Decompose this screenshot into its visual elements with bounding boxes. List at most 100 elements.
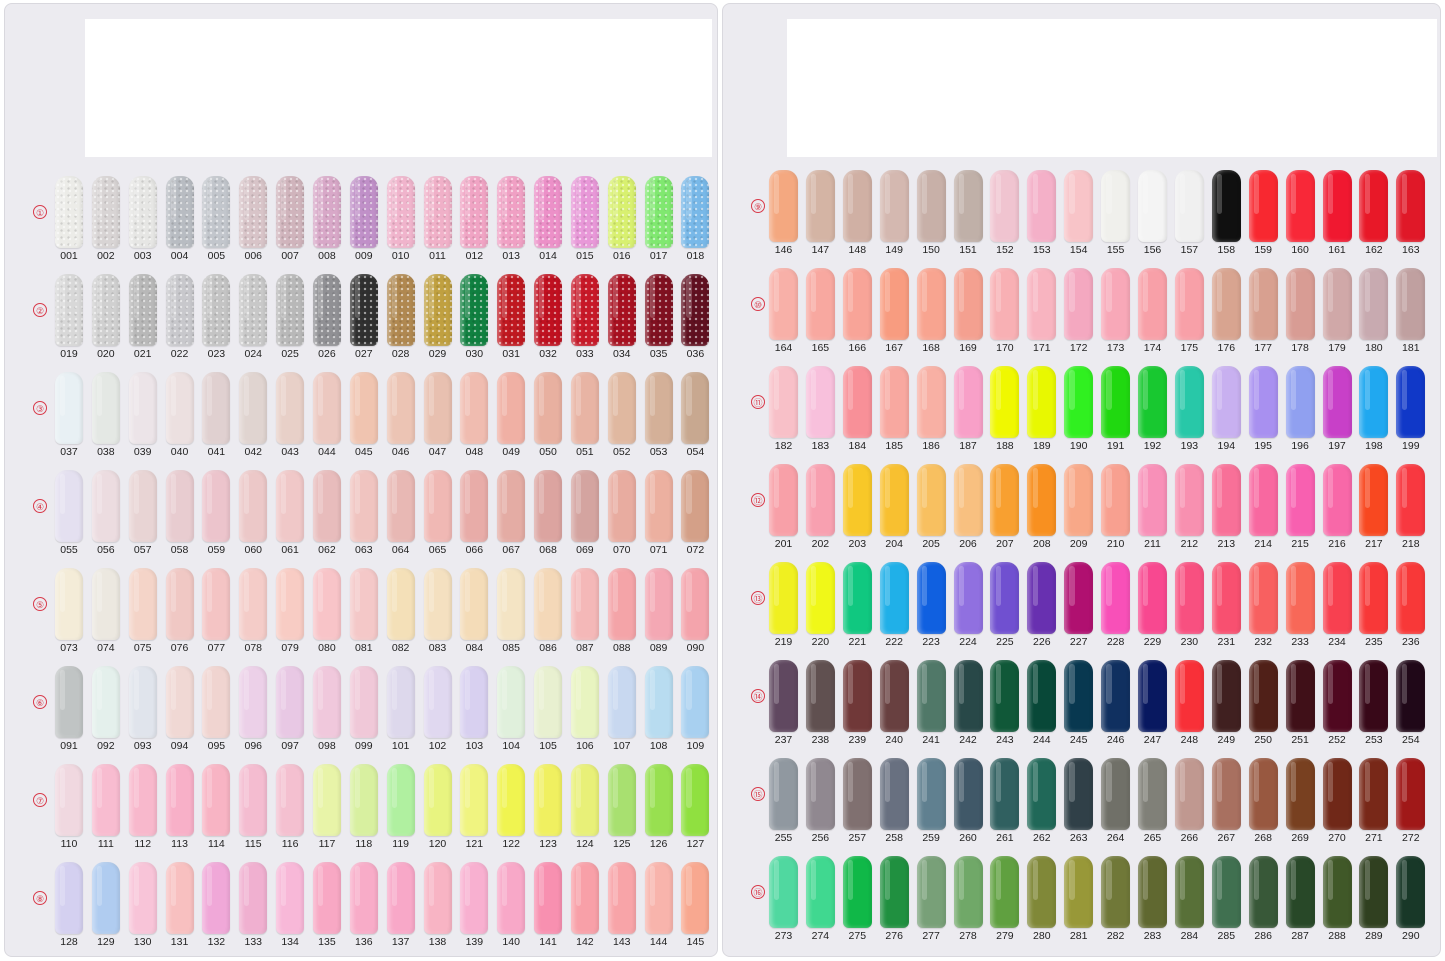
nail-color-swatch bbox=[607, 764, 636, 836]
swatch-code-label: 117 bbox=[318, 838, 336, 850]
swatch-code-label: 090 bbox=[686, 642, 705, 654]
swatch-code-label: 263 bbox=[1069, 832, 1088, 844]
nail-color-swatch bbox=[805, 562, 835, 634]
swatch-code-label: 275 bbox=[848, 930, 867, 942]
nail-color-swatch bbox=[990, 758, 1020, 830]
swatch-code-label: 111 bbox=[97, 838, 114, 850]
nail-color-swatch bbox=[644, 666, 673, 738]
nail-color-swatch bbox=[681, 666, 710, 738]
swatch-code-label: 059 bbox=[207, 544, 226, 556]
nail-color-swatch bbox=[349, 274, 378, 346]
nail-color-swatch bbox=[497, 862, 526, 934]
nail-color-swatch bbox=[239, 666, 268, 738]
swatch-code-label: 174 bbox=[1143, 342, 1162, 354]
nail-color-swatch bbox=[276, 862, 305, 934]
nail-color-swatch bbox=[769, 268, 798, 340]
swatch-code-label: 005 bbox=[207, 250, 226, 262]
swatch-code-label: 156 bbox=[1143, 244, 1162, 256]
swatch-code-label: 075 bbox=[133, 642, 152, 654]
nail-color-swatch bbox=[1064, 562, 1094, 634]
nail-color-swatch bbox=[1064, 170, 1094, 242]
nail-color-swatch bbox=[1174, 366, 1204, 438]
swatch-code-label: 172 bbox=[1069, 342, 1088, 354]
swatch-code-label: 243 bbox=[996, 734, 1014, 746]
nail-color-swatch bbox=[1248, 268, 1278, 340]
nail-color-swatch bbox=[386, 666, 415, 738]
swatch-code-label: 102 bbox=[428, 740, 447, 752]
swatch-code-label: 006 bbox=[244, 250, 263, 262]
nail-color-swatch bbox=[239, 274, 268, 346]
swatch-code-label: 104 bbox=[502, 740, 520, 752]
swatch-code-label: 057 bbox=[133, 544, 152, 556]
swatch-code-label: 103 bbox=[465, 740, 484, 752]
nail-color-swatch bbox=[1322, 170, 1352, 242]
nail-color-swatch bbox=[607, 666, 636, 738]
nail-color-swatch bbox=[1396, 366, 1426, 438]
nail-color-swatch bbox=[769, 856, 798, 928]
swatch-code-label: 202 bbox=[811, 538, 830, 550]
swatch-code-label: 143 bbox=[612, 936, 631, 948]
nail-color-swatch bbox=[202, 666, 231, 738]
swatch-code-label: 089 bbox=[649, 642, 668, 654]
nail-color-swatch bbox=[534, 568, 563, 640]
swatch-code-label: 161 bbox=[1328, 244, 1346, 256]
swatch-code-label: 219 bbox=[774, 636, 793, 648]
nail-color-swatch bbox=[239, 764, 268, 836]
nail-color-swatch bbox=[805, 366, 835, 438]
nail-color-swatch bbox=[1322, 464, 1352, 536]
nail-color-swatch bbox=[916, 562, 946, 634]
nail-color-swatch bbox=[1322, 268, 1352, 340]
nail-color-swatch bbox=[1174, 268, 1204, 340]
swatch-code-label: 269 bbox=[1291, 832, 1309, 844]
swatch-code-label: 278 bbox=[959, 930, 977, 942]
nail-color-swatch bbox=[1211, 366, 1241, 438]
swatch-code-label: 179 bbox=[1328, 342, 1346, 354]
swatch-code-label: 137 bbox=[391, 936, 410, 948]
swatch-code-label: 191 bbox=[1106, 440, 1125, 452]
swatch-code-label: 230 bbox=[1180, 636, 1199, 648]
nail-color-swatch bbox=[534, 862, 563, 934]
nail-color-swatch bbox=[312, 862, 341, 934]
nail-color-swatch bbox=[349, 372, 378, 444]
nail-color-swatch bbox=[805, 660, 835, 732]
nail-color-swatch bbox=[570, 764, 599, 836]
swatch-code-label: 141 bbox=[539, 936, 557, 948]
nail-color-swatch bbox=[460, 568, 489, 640]
swatch-code-label: 134 bbox=[281, 936, 299, 948]
nail-color-swatch bbox=[953, 856, 983, 928]
swatch-code-label: 206 bbox=[959, 538, 977, 550]
swatch-code-label: 153 bbox=[1033, 244, 1051, 256]
row-number-marker: ③ bbox=[33, 401, 47, 415]
nail-color-swatch bbox=[128, 372, 157, 444]
swatch-code-label: 110 bbox=[60, 838, 78, 850]
swatch-code-label: 255 bbox=[774, 832, 793, 844]
nail-color-swatch bbox=[423, 764, 452, 836]
nail-color-swatch bbox=[1174, 170, 1204, 242]
nail-color-swatch bbox=[1396, 562, 1426, 634]
swatch-code-label: 056 bbox=[97, 544, 115, 556]
nail-color-swatch bbox=[842, 464, 872, 536]
swatch-code-label: 127 bbox=[686, 838, 705, 850]
nail-color-swatch bbox=[386, 764, 415, 836]
nail-color-swatch bbox=[202, 568, 231, 640]
nail-color-swatch bbox=[349, 666, 378, 738]
nail-color-swatch bbox=[681, 372, 710, 444]
swatch-code-label: 034 bbox=[612, 348, 631, 360]
swatch-code-label: 046 bbox=[391, 446, 410, 458]
swatch-code-label: 253 bbox=[1365, 734, 1383, 746]
swatch-code-label: 215 bbox=[1291, 538, 1309, 550]
nail-color-swatch bbox=[1101, 268, 1131, 340]
swatch-code-label: 245 bbox=[1069, 734, 1088, 746]
nail-color-swatch bbox=[165, 470, 194, 542]
swatch-code-label: 183 bbox=[811, 440, 830, 452]
swatch-code-label: 199 bbox=[1402, 440, 1420, 452]
nail-color-swatch bbox=[497, 274, 526, 346]
blank-label-area bbox=[787, 19, 1437, 157]
swatch-code-label: 095 bbox=[207, 740, 226, 752]
swatch-code-label: 234 bbox=[1328, 636, 1346, 648]
swatch-code-label: 077 bbox=[207, 642, 226, 654]
nail-color-swatch bbox=[497, 568, 526, 640]
swatch-code-label: 187 bbox=[959, 440, 977, 452]
nail-color-swatch bbox=[681, 274, 710, 346]
swatch-code-label: 238 bbox=[811, 734, 830, 746]
